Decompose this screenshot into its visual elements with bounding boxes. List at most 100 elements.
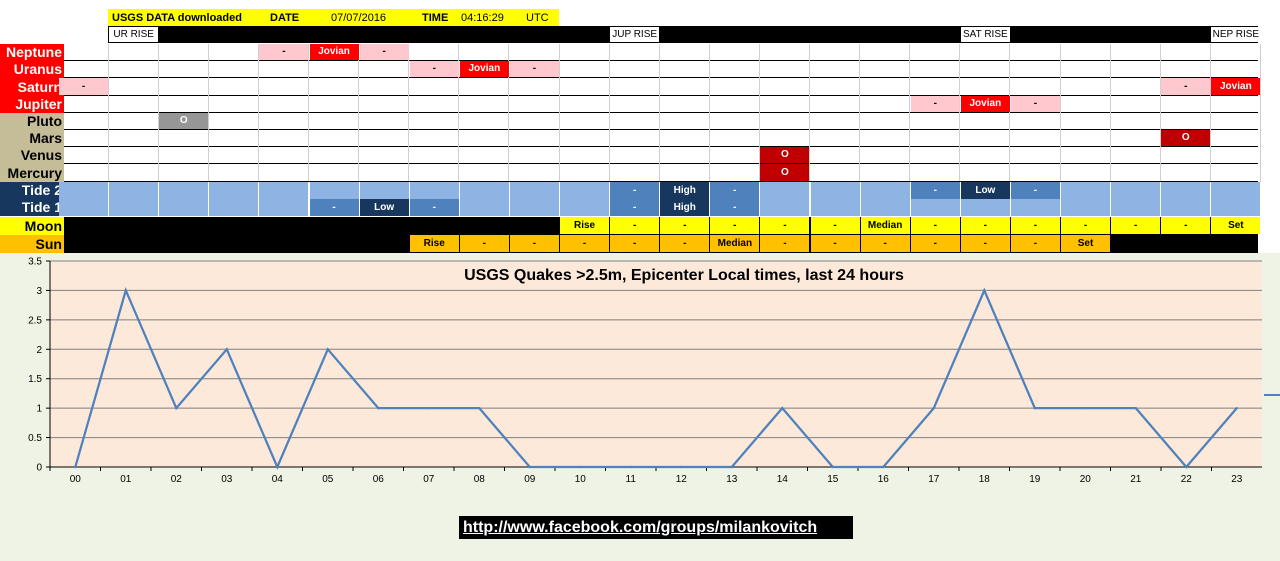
planet-label-mars: Mars bbox=[0, 130, 64, 147]
tide-cell bbox=[1111, 182, 1161, 216]
cell-border bbox=[709, 164, 710, 182]
cell-border bbox=[1210, 113, 1211, 130]
cell-border bbox=[559, 96, 560, 113]
cell-border bbox=[559, 130, 560, 147]
cell-border bbox=[1160, 164, 1161, 182]
cell-border bbox=[358, 78, 359, 96]
cell-border bbox=[1060, 96, 1061, 113]
cell-border bbox=[759, 44, 760, 61]
cell-border bbox=[508, 164, 509, 182]
x-tick-label: 00 bbox=[70, 474, 82, 485]
cell-border bbox=[809, 130, 810, 147]
cell-border bbox=[208, 130, 209, 147]
y-tick-label: 0.5 bbox=[28, 433, 42, 444]
cell-border bbox=[1160, 61, 1161, 78]
cell-border bbox=[1260, 130, 1261, 147]
footer: http://www.facebook.com/groups/milankovi… bbox=[0, 503, 1280, 561]
cell-border bbox=[1060, 147, 1061, 164]
cell-border bbox=[258, 113, 259, 130]
moon-cell: - bbox=[1111, 217, 1161, 234]
cell-border bbox=[458, 164, 459, 182]
cell-border bbox=[158, 61, 159, 78]
cell-border bbox=[358, 164, 359, 182]
x-tick-label: 06 bbox=[373, 474, 385, 485]
cell-border bbox=[909, 164, 910, 182]
cell-border bbox=[959, 61, 960, 78]
cell-border bbox=[208, 96, 209, 113]
cell-border bbox=[258, 61, 259, 78]
cell-border bbox=[659, 130, 660, 147]
cell-border bbox=[559, 44, 560, 61]
row-border bbox=[64, 146, 1258, 147]
tide-cell bbox=[159, 182, 209, 216]
tide-cell bbox=[459, 182, 509, 216]
cell-border bbox=[959, 78, 960, 96]
planet-cell: - bbox=[259, 44, 309, 60]
planet-cell: Jovian bbox=[309, 44, 359, 60]
planet-label-mercury: Mercury bbox=[0, 164, 64, 182]
cell-border bbox=[458, 78, 459, 96]
sun-cell: - bbox=[509, 235, 559, 252]
cell-border bbox=[859, 96, 860, 113]
cell-border bbox=[1260, 147, 1261, 164]
cell-border bbox=[1009, 113, 1010, 130]
tide-1-cell: - bbox=[409, 199, 459, 216]
y-tick-label: 2 bbox=[36, 345, 42, 356]
cell-border bbox=[1260, 44, 1261, 61]
cell-border bbox=[208, 61, 209, 78]
cell-border bbox=[959, 164, 960, 182]
cell-border bbox=[1210, 147, 1211, 164]
data-point bbox=[528, 465, 531, 469]
cell-border bbox=[609, 147, 610, 164]
x-tick-label: 18 bbox=[979, 474, 991, 485]
cell-border bbox=[208, 147, 209, 164]
cell-border bbox=[1110, 96, 1111, 113]
y-tick-label: 2.5 bbox=[28, 315, 42, 326]
cell-border bbox=[659, 147, 660, 164]
cell-border bbox=[1009, 78, 1010, 96]
cell-border bbox=[158, 164, 159, 182]
tide-1-cell: - bbox=[309, 199, 359, 216]
cell-border bbox=[508, 113, 509, 130]
cell-border bbox=[759, 78, 760, 96]
moon-cell: - bbox=[610, 217, 660, 234]
cell-border bbox=[1110, 44, 1111, 61]
sun-cell: - bbox=[560, 235, 610, 252]
x-tick-label: 17 bbox=[928, 474, 940, 485]
rise-bar bbox=[108, 26, 1258, 43]
facebook-group-link[interactable]: http://www.facebook.com/groups/milankovi… bbox=[459, 516, 853, 539]
cell-border bbox=[108, 164, 109, 182]
planet-cell: O bbox=[1161, 130, 1211, 146]
cell-border bbox=[959, 147, 960, 164]
cell-border bbox=[659, 44, 660, 61]
moon-cell: - bbox=[910, 217, 960, 234]
cell-border bbox=[709, 113, 710, 130]
tide-cell bbox=[259, 182, 309, 216]
data-point bbox=[175, 406, 178, 410]
tide-1-cell: - bbox=[710, 199, 760, 216]
cell-border bbox=[909, 113, 910, 130]
planet-cell: Jovian bbox=[960, 96, 1010, 112]
data-point bbox=[225, 348, 228, 351]
tide-cell bbox=[760, 182, 810, 216]
cell-border bbox=[1060, 78, 1061, 96]
cell-border bbox=[158, 130, 159, 147]
cell-border bbox=[659, 96, 660, 113]
x-tick-label: 16 bbox=[878, 474, 890, 485]
cell-border bbox=[358, 130, 359, 147]
cell-border bbox=[1110, 130, 1111, 147]
planet-label-venus: Venus bbox=[0, 147, 64, 164]
x-tick-label: 15 bbox=[827, 474, 839, 485]
cell-border bbox=[959, 130, 960, 147]
x-tick-label: 07 bbox=[423, 474, 435, 485]
tide-cell bbox=[860, 182, 910, 216]
data-point bbox=[1235, 406, 1238, 410]
x-tick-label: 14 bbox=[777, 474, 789, 485]
cell-border bbox=[909, 78, 910, 96]
data-point bbox=[932, 406, 935, 410]
tide-2-cell: - bbox=[710, 182, 760, 199]
cell-border bbox=[258, 96, 259, 113]
data-point bbox=[124, 289, 127, 292]
cell-border bbox=[408, 130, 409, 147]
quake-chart: 0 0.5 1 1.5 2 2.5 3 3.5 00 01 02 03 04 05 06 07 08 09 10 1… bbox=[0, 253, 1280, 503]
